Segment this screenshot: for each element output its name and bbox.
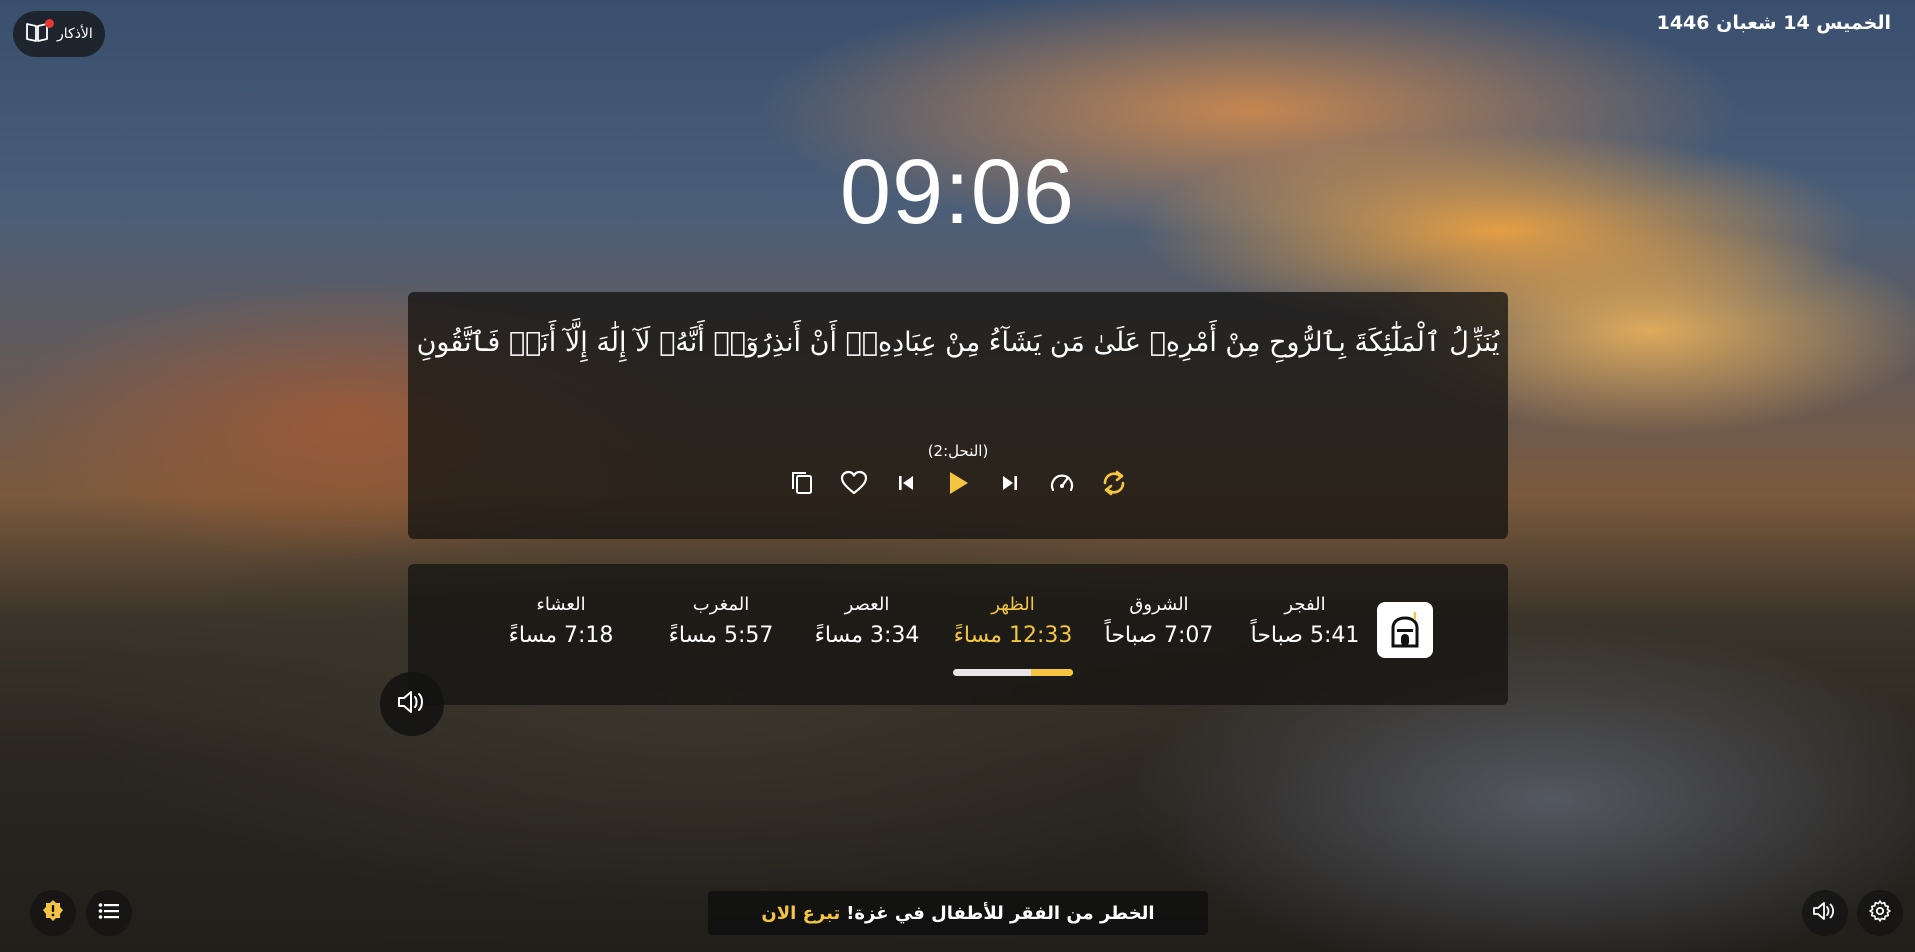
donate-link[interactable]: تبرع الان: [761, 903, 840, 924]
prayer-name: العشاء: [536, 594, 586, 615]
adhan-sound-button[interactable]: [380, 672, 444, 736]
settings-button[interactable]: [1857, 890, 1903, 936]
list-icon: [98, 902, 120, 924]
notification-dot: [45, 19, 54, 28]
prayer-name: المغرب: [692, 594, 750, 615]
warning-icon: [41, 899, 65, 927]
verse-text: يُنَزِّلُ ٱلْمَلَٰٓئِكَةَ بِٱلرُّوحِ مِن…: [416, 327, 1500, 358]
prayer-name: الفجر: [1284, 594, 1326, 615]
prayer-isha: العشاء 7:18 مساءً: [491, 594, 631, 648]
prayer-dhuhr: الظهر 12:33 مساءً: [943, 594, 1083, 648]
prayer-time: 12:33 مساءً: [953, 623, 1073, 648]
athkar-button[interactable]: الأذكار: [13, 11, 105, 57]
speaker-icon: [1812, 900, 1838, 926]
hijri-date: الخميس 14 شعبان 1446: [1656, 12, 1891, 34]
play-icon[interactable]: [943, 468, 973, 498]
prayer-times-card: الفجر 5:41 صباحاً الشروق 7:07 صباحاً الظ…: [408, 564, 1508, 705]
speed-icon[interactable]: [1047, 468, 1077, 498]
gear-icon: [1868, 899, 1892, 927]
prayer-name: الشروق: [1129, 594, 1189, 615]
prayer-progress-bar: [953, 669, 1073, 676]
verse-card: يُنَزِّلُ ٱلْمَلَٰٓئِكَةَ بِٱلرُّوحِ مِن…: [408, 292, 1508, 539]
player-controls: [408, 468, 1508, 498]
mosque-icon: [1377, 602, 1433, 658]
volume-button[interactable]: [1802, 890, 1848, 936]
prayer-time: 7:07 صباحاً: [1104, 623, 1214, 648]
repeat-icon[interactable]: [1099, 468, 1129, 498]
copy-icon[interactable]: [787, 468, 817, 498]
prayer-time: 5:41 صباحاً: [1250, 623, 1360, 648]
prayer-time: 5:57 مساءً: [668, 623, 774, 648]
prayer-fajr: الفجر 5:41 صباحاً: [1235, 594, 1375, 648]
clock: 09:06: [839, 141, 1076, 243]
banner-text: الخطر من الفقر للأطفال في غزة!: [846, 902, 1155, 924]
prayer-time: 7:18 مساءً: [508, 623, 614, 648]
donation-banner[interactable]: الخطر من الفقر للأطفال في غزة! تبرع الان: [708, 891, 1208, 935]
alert-button[interactable]: [30, 890, 76, 936]
next-icon[interactable]: [995, 468, 1025, 498]
prayer-maghrib: المغرب 5:57 مساءً: [651, 594, 791, 648]
prayer-asr: العصر 3:34 مساءً: [797, 594, 937, 648]
verse-reference: (النحل:2): [927, 442, 989, 460]
speaker-icon: [396, 688, 428, 720]
previous-icon[interactable]: [891, 468, 921, 498]
prayer-name: العصر: [844, 594, 890, 615]
athkar-label: الأذكار: [57, 26, 93, 42]
menu-list-button[interactable]: [86, 890, 132, 936]
prayer-progress-fill: [1031, 669, 1073, 676]
heart-icon[interactable]: [839, 468, 869, 498]
prayer-sunrise: الشروق 7:07 صباحاً: [1089, 594, 1229, 648]
prayer-name: الظهر: [991, 594, 1035, 615]
prayer-time: 3:34 مساءً: [814, 623, 920, 648]
